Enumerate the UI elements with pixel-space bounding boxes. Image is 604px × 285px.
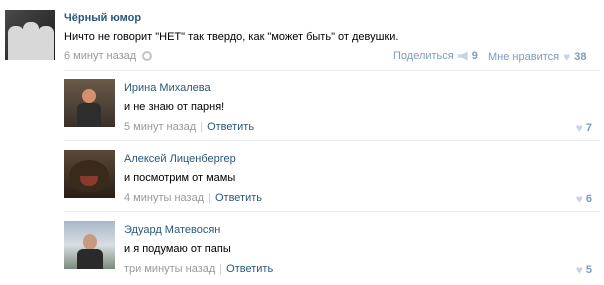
heart-icon: ♥ [563, 50, 571, 64]
comment-like-button[interactable]: ♥ 6 [576, 192, 592, 206]
meta-separator: | [219, 263, 223, 275]
avatar-figure [8, 26, 24, 60]
share-label: Поделиться [393, 50, 454, 62]
like-count: 38 [574, 51, 587, 63]
comment-time[interactable]: три минуты назад [124, 263, 215, 275]
comment-author-link[interactable]: Алексей Лиценбергер [124, 153, 236, 165]
avatar-face [82, 89, 96, 103]
comment-avatar[interactable] [64, 221, 115, 269]
comment-avatar[interactable] [64, 79, 115, 127]
comment-time[interactable]: 4 минуты назад [124, 192, 204, 204]
like-label: Мне нравится [488, 51, 560, 63]
divider [64, 140, 600, 141]
heart-icon: ♥ [575, 263, 583, 277]
heart-icon: ♥ [575, 121, 583, 135]
comment-meta: 4 минуты назад | Ответить [124, 192, 262, 204]
meta-separator: | [200, 121, 204, 133]
comment-author-link[interactable]: Эдуард Матевосян [124, 224, 220, 236]
comment-author-link[interactable]: Ирина Михалева [124, 82, 211, 94]
comment-like-button[interactable]: ♥ 7 [576, 121, 592, 135]
comment-item: Ирина Михалева и не знаю от парня! 5 мин… [64, 71, 600, 141]
heart-icon: ♥ [575, 192, 583, 206]
avatar-body [77, 249, 103, 269]
comment-text: и не знаю от парня! [124, 101, 225, 113]
group-avatar[interactable] [5, 10, 55, 60]
post-time[interactable]: 6 минут назад [64, 50, 136, 62]
comment-meta: три минуты назад | Ответить [124, 263, 273, 275]
post-meta: 6 минут назад [64, 50, 153, 62]
reply-link[interactable]: Ответить [226, 263, 273, 275]
reply-link[interactable]: Ответить [207, 121, 254, 133]
avatar-body [77, 103, 101, 127]
gear-icon[interactable] [142, 51, 153, 61]
comment-item: Эдуард Матевосян и я подумаю от папы три… [64, 213, 600, 283]
reply-link[interactable]: Ответить [215, 192, 262, 204]
comment-text: и посмотрим от мамы [124, 172, 236, 184]
avatar-figure [38, 26, 54, 60]
comment-avatar[interactable] [64, 150, 115, 198]
comment-like-count: 6 [585, 193, 592, 205]
comment-time[interactable]: 5 минут назад [124, 121, 196, 133]
share-button[interactable]: Поделиться 9 [393, 50, 478, 62]
comment-like-button[interactable]: ♥ 5 [576, 263, 592, 277]
comment-like-count: 7 [585, 122, 592, 134]
share-count: 9 [471, 50, 478, 62]
comment-text: и я подумаю от папы [124, 243, 231, 255]
meta-separator: | [208, 192, 211, 204]
avatar-figure [23, 22, 39, 60]
comment-meta: 5 минут назад | Ответить [124, 121, 254, 133]
divider [64, 211, 600, 212]
like-button[interactable]: Мне нравится ♥ 38 [488, 50, 586, 64]
avatar-face [83, 234, 97, 250]
comment-like-count: 5 [585, 264, 592, 276]
post-author-link[interactable]: Чёрный юмор [64, 12, 141, 24]
post-text: Ничто не говорит "НЕТ" так твердо, как "… [64, 31, 399, 43]
comment-item: Алексей Лиценбергер и посмотрим от мамы … [64, 142, 600, 212]
megaphone-icon [457, 51, 468, 61]
